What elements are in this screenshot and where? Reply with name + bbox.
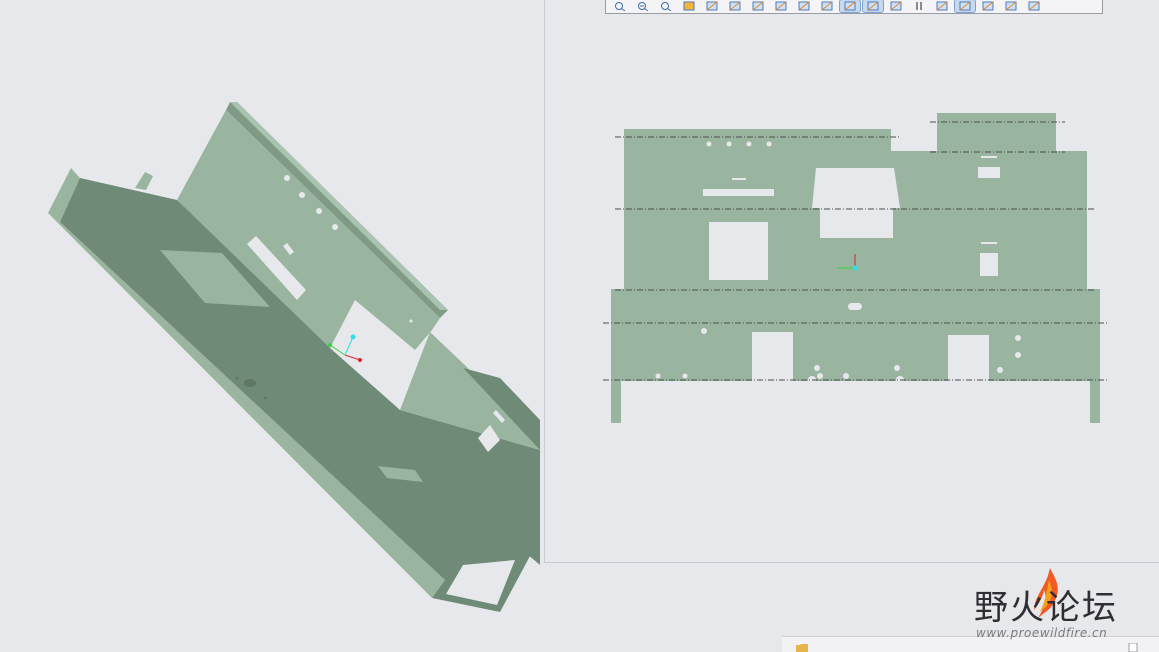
watermark: 野火论坛 www.proewildfire.cn [968, 566, 1153, 644]
watermark-url: www.proewildfire.cn [976, 626, 1108, 640]
sheet-metal-part-3d [48, 102, 540, 612]
tab [135, 172, 153, 190]
flat-pattern-window[interactable] [544, 0, 1159, 563]
flat-pattern-view[interactable] [545, 0, 1159, 563]
watermark-title: 野火论坛 [974, 588, 1118, 628]
hole [244, 379, 256, 387]
model-3d-viewport[interactable] [0, 0, 545, 651]
